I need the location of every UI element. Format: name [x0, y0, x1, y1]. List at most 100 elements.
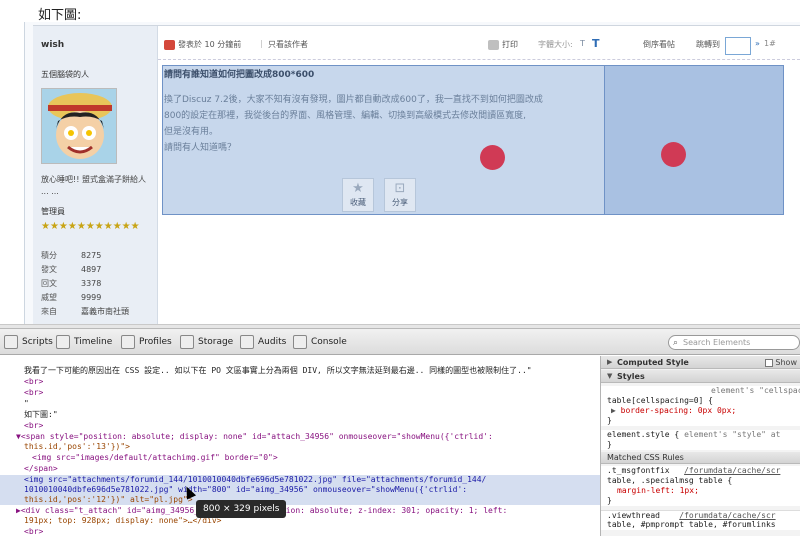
- print-label: 打印: [502, 40, 518, 49]
- post-line: 但是沒有用。: [164, 127, 219, 137]
- rule-property[interactable]: ▶ border-spacing: 0px 0px;: [601, 406, 800, 416]
- rule-comment: element's "cellspacing": [601, 386, 800, 396]
- devtools-toolbar: Scripts Timeline Profiles Storage Audits…: [0, 329, 800, 355]
- page-heading: 如下圖:: [38, 8, 82, 23]
- dom-node-text[interactable]: ": [0, 399, 600, 409]
- author-signature: 放心睡吧!! 盟式盒滿子餅給人 ... ...: [41, 175, 146, 196]
- rule-close: }: [601, 440, 800, 450]
- rule-source-link[interactable]: /forumdata/cache/scr: [684, 466, 780, 475]
- dom-node-text[interactable]: 我看了一下可能的原因出在 CSS 設定.. 如以下在 PO 文區事實上分為兩個 …: [0, 366, 600, 376]
- stat-value: 8275: [81, 250, 102, 260]
- styles-header[interactable]: ▼ Styles: [601, 370, 800, 383]
- audits-icon: [240, 335, 254, 349]
- stat-value: 4897: [81, 264, 102, 274]
- tab-audits[interactable]: Audits: [240, 334, 286, 350]
- post-line: 800的設定在那裡，我從後台的界面、風格管理、編輯、切換到高級模式去修改間讀區寬…: [164, 111, 527, 121]
- search-placeholder: Search Elements: [683, 338, 751, 347]
- reverse-order-link[interactable]: 倒序看帖: [643, 39, 675, 50]
- tab-profiles[interactable]: Profiles: [121, 334, 172, 350]
- tab-label: Profiles: [139, 337, 172, 347]
- post-header-bar: 發表於 10 分鐘前 | 只看該作者 打印 字體大小: T T 倒序看帖 跳轉到…: [158, 26, 800, 60]
- dom-node[interactable]: <br>: [0, 421, 600, 431]
- printer-icon: [488, 39, 499, 50]
- stat-row: 威望 9999: [41, 290, 156, 304]
- stat-label: 發文: [41, 264, 57, 274]
- show-label: Show: [775, 358, 797, 367]
- stat-row: 來自 嘉義市南社頭: [41, 304, 156, 318]
- tab-label: Console: [311, 337, 347, 347]
- checkbox-icon: [765, 358, 774, 367]
- element-style-rule[interactable]: element.style { element's "style" at: [601, 430, 800, 440]
- only-author-link[interactable]: 只看該作者: [268, 39, 308, 50]
- stat-row: 發文 4897: [41, 262, 156, 276]
- stat-value: 3378: [81, 278, 102, 288]
- storage-icon: [180, 335, 194, 349]
- show-inherited-toggle[interactable]: Show: [765, 356, 797, 369]
- share-button[interactable]: ⊡ 分享: [384, 178, 416, 212]
- matched-rules-header[interactable]: Matched CSS Rules: [601, 452, 800, 464]
- post-status-icon: [164, 39, 175, 50]
- tab-console[interactable]: Console: [293, 334, 347, 350]
- stat-row: 回文 3378: [41, 276, 156, 290]
- rule-selector[interactable]: .t_msgfontfix /forumdata/cache/scr: [601, 466, 800, 476]
- dom-node-selected-img-cont: 1010010040dbfe696d5e781022.jpg" width="8…: [0, 485, 600, 495]
- dom-node[interactable]: </span>: [0, 464, 600, 474]
- rule-property[interactable]: margin-left: 1px;: [601, 486, 800, 496]
- star-icon: ★: [352, 181, 364, 196]
- jump-go-button[interactable]: »: [755, 39, 760, 48]
- share-icon: ⊡: [394, 181, 406, 196]
- avatar[interactable]: [41, 88, 117, 164]
- jump-to-input[interactable]: [725, 37, 751, 55]
- dom-node[interactable]: <br>: [0, 377, 600, 387]
- dom-node-text[interactable]: 如下圖:": [0, 410, 600, 420]
- dom-node-img[interactable]: <img src="images/default/attachimg.gif" …: [0, 453, 600, 463]
- author-column: wish 五個腦袋的人 放心睡吧!! 盟式盒滿子餅給人 ... ... 管理員 …: [33, 26, 158, 330]
- profiles-icon: [121, 335, 135, 349]
- favorite-label: 收藏: [350, 198, 366, 207]
- tab-storage[interactable]: Storage: [180, 334, 233, 350]
- favorite-button[interactable]: ★ 收藏: [342, 178, 374, 212]
- computed-style-header[interactable]: ▶ Computed Style Show: [601, 356, 800, 369]
- post-time-label: 發表於 10 分鐘前: [178, 40, 242, 49]
- separator: |: [260, 39, 263, 48]
- author-name[interactable]: wish: [41, 40, 64, 50]
- tab-label: Storage: [198, 337, 234, 347]
- timeline-icon: [56, 335, 70, 349]
- dom-node-div-cont: 191px; top: 928px; display: none">…</div…: [24, 516, 222, 525]
- dom-node[interactable]: <br>: [0, 527, 600, 536]
- stat-label: 回文: [41, 278, 57, 288]
- rule-source-link[interactable]: /forumdata/cache/scr: [679, 511, 775, 520]
- dom-node-selected-img[interactable]: <img src="attachments/forumid_144/101001…: [0, 475, 600, 485]
- styles-label: Styles: [617, 372, 645, 381]
- forum-page: 如下圖: wish 五個腦袋的人 放心睡吧!! 盟式盒滿子餅給人 ... ...…: [0, 0, 800, 330]
- dom-node-span[interactable]: ▼<span style="position: absolute; displa…: [0, 432, 600, 442]
- rule-comment-text: element's "cellspacing": [711, 386, 800, 395]
- dom-node[interactable]: <br>: [0, 388, 600, 398]
- rule-selector[interactable]: table[cellspacing=0] {: [601, 396, 800, 406]
- computed-style-label: Computed Style: [617, 358, 689, 367]
- print-link[interactable]: 打印: [488, 39, 518, 50]
- tab-label: Scripts: [22, 337, 53, 347]
- styles-sidebar: ▶ Computed Style Show ▼ Styles element's…: [600, 356, 800, 536]
- rule-selector-cont: table, .specialmsg table {: [601, 476, 800, 486]
- post-body: 換了Discuz 7.2後，大家不知有沒有發現，圖片都自動改成600了，我一直找…: [164, 92, 600, 156]
- rule-comment-text: element's "style" at: [684, 430, 781, 439]
- search-elements-input[interactable]: ⌕ Search Elements: [668, 335, 800, 350]
- tab-scripts[interactable]: Scripts: [4, 334, 53, 350]
- dom-node-div[interactable]: ▶<div class="t_attach" id="aimg_34956_me…: [0, 506, 600, 516]
- post-line: 請問有人知道嗎？: [164, 143, 237, 153]
- font-small-button[interactable]: T: [580, 39, 585, 48]
- console-icon: [293, 335, 307, 349]
- stat-value: 9999: [81, 292, 102, 302]
- font-large-button[interactable]: T: [592, 37, 600, 50]
- stat-label: 積分: [41, 250, 57, 260]
- rule-selector-cont: table, #pmprompt table, #forumlinks: [601, 520, 800, 530]
- post-line: 換了Discuz 7.2後，大家不知有沒有發現，圖片都自動改成600了，我一直找…: [164, 95, 543, 105]
- stat-label: 來自: [41, 306, 57, 316]
- tab-timeline[interactable]: Timeline: [56, 334, 112, 350]
- author-title: 五個腦袋的人: [41, 70, 89, 79]
- post-title: 請問有誰知道如何把圖改成800*600: [164, 70, 315, 80]
- expand-arrow-icon: ▶: [611, 406, 621, 415]
- expand-arrow-icon: ▼: [607, 372, 613, 380]
- property-text: border-spacing: 0px 0px;: [620, 406, 737, 415]
